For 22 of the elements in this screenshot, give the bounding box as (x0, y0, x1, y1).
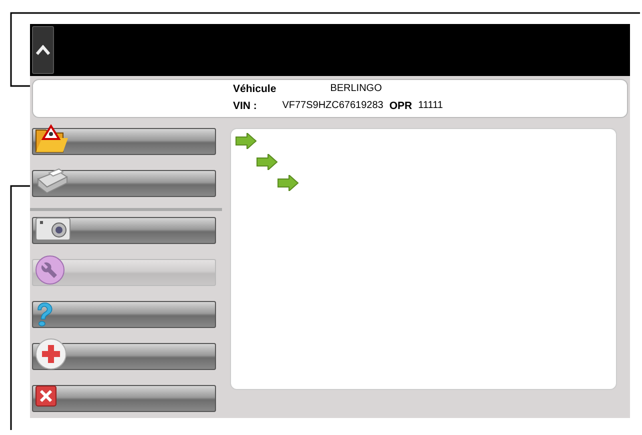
vehicle-label: Véhicule (233, 83, 276, 95)
wrench-icon (35, 254, 65, 284)
close-icon (35, 384, 57, 406)
opr-label: OPR (389, 100, 412, 112)
vehicle-model: BERLINGO (329, 83, 383, 95)
opr-value: 11111 (418, 100, 443, 112)
first-aid-icon (35, 338, 67, 370)
menu-button[interactable] (32, 217, 216, 244)
vin-value: VF77S9HZC67619283 (282, 100, 384, 112)
arrow-icon (277, 175, 299, 191)
menu-button[interactable] (32, 301, 216, 328)
camera-icon (35, 214, 71, 240)
menu-button[interactable] (32, 385, 216, 412)
menu-button[interactable] (32, 170, 216, 197)
question-mark-icon (35, 302, 55, 327)
scroll-up-button[interactable] (32, 26, 54, 74)
vin-label: VIN : (233, 100, 258, 112)
arrow-icon (235, 133, 257, 149)
printer-icon (35, 166, 69, 194)
chevron-up-icon (36, 45, 50, 55)
warning-folder-icon (35, 124, 69, 154)
arrow-icon (256, 154, 278, 170)
